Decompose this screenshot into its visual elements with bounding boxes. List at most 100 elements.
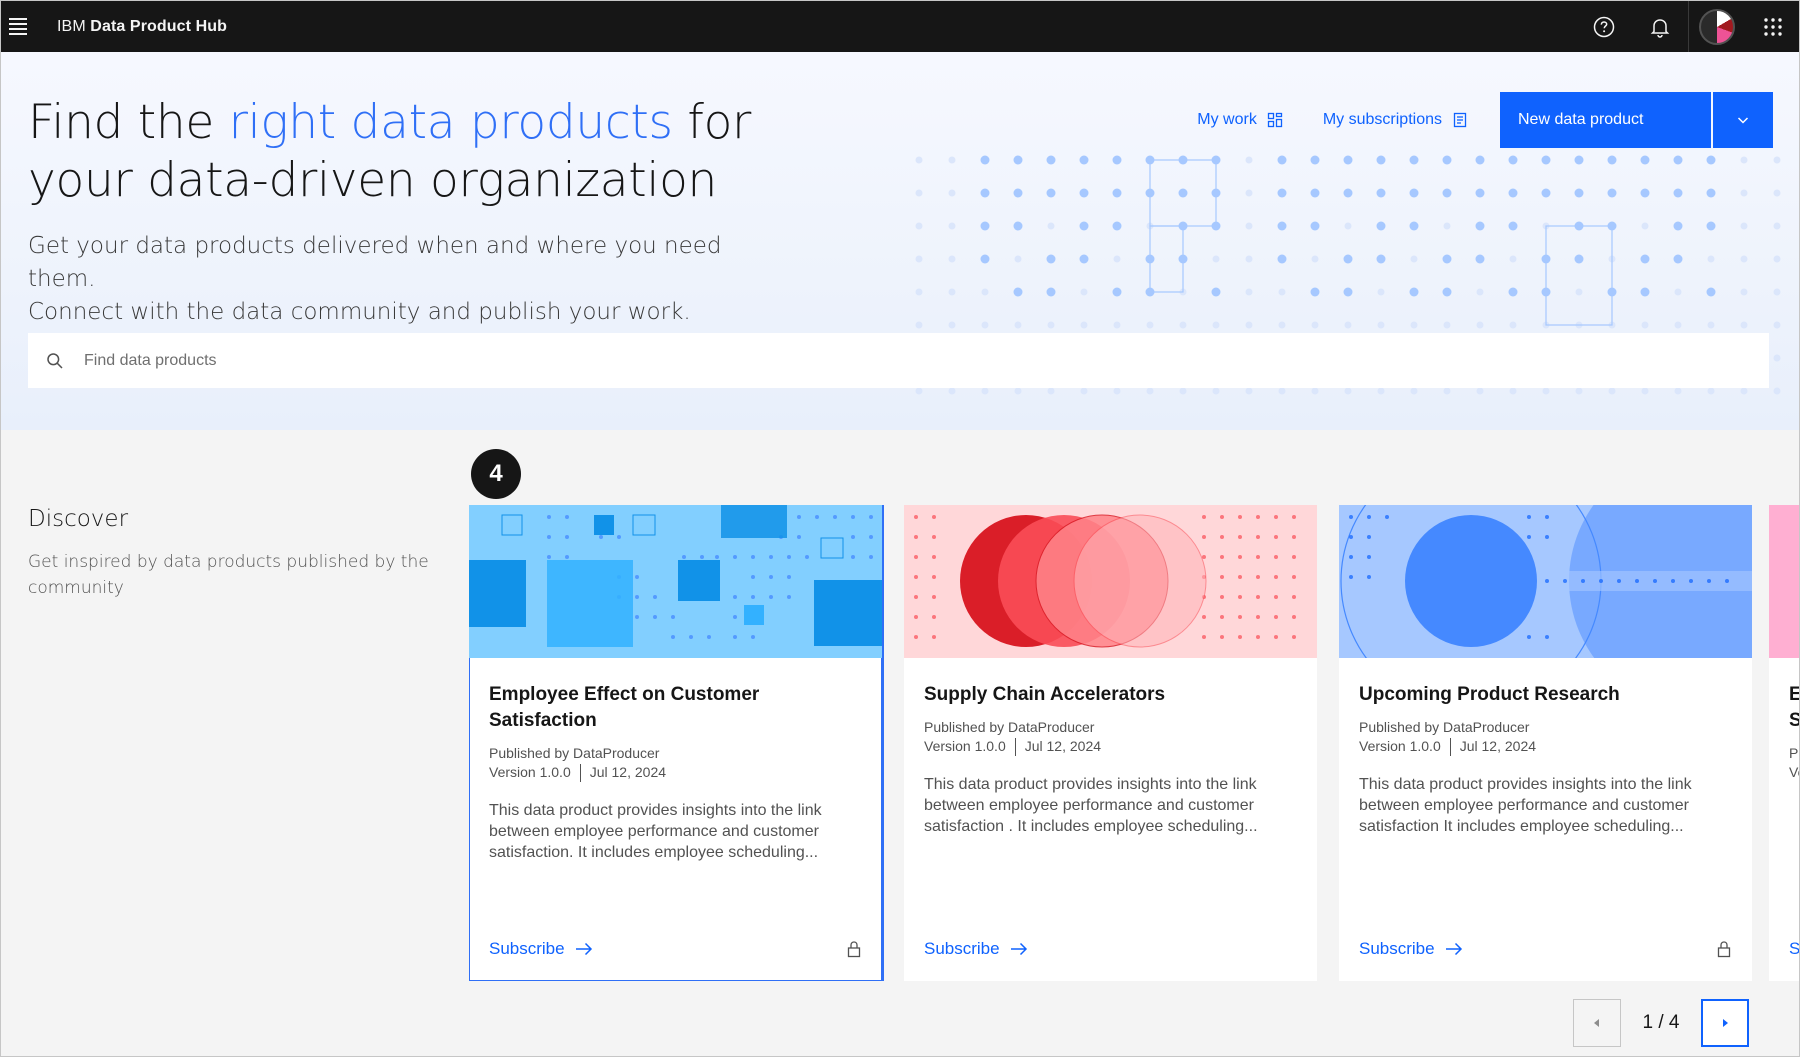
decor-dot bbox=[1608, 387, 1616, 395]
decor-dot bbox=[1212, 387, 1220, 395]
decor-dot bbox=[1475, 188, 1485, 198]
card-version-line: Version 1.0.0 Jul 12, 2024 bbox=[1359, 737, 1732, 756]
decor-dot bbox=[1640, 188, 1650, 198]
decor-dot bbox=[1047, 387, 1055, 395]
decor-dot bbox=[1376, 155, 1386, 165]
my-work-button[interactable]: My work bbox=[1177, 92, 1303, 148]
subscribe-label: Subscribe bbox=[489, 939, 565, 958]
subtitle-line: Connect with the data community and publ… bbox=[28, 299, 691, 325]
menu-icon[interactable] bbox=[1, 1, 35, 52]
decor-dot bbox=[1443, 222, 1451, 230]
card-description: This data product provides insights into… bbox=[1359, 776, 1692, 835]
decor-dot bbox=[1707, 321, 1715, 329]
page-subtitle: Get your data products delivered when an… bbox=[28, 230, 788, 329]
decor-dot bbox=[1475, 221, 1485, 231]
next-page-button[interactable] bbox=[1701, 999, 1749, 1047]
lock-icon bbox=[1717, 941, 1731, 958]
decor-dot bbox=[1707, 255, 1715, 263]
decor-dot bbox=[1674, 288, 1682, 296]
decor-dot bbox=[1245, 288, 1253, 296]
decor-dot bbox=[1013, 155, 1023, 165]
app-window: IBM Data Product Hub Find the right data… bbox=[0, 0, 1800, 1057]
decor-dot bbox=[1112, 155, 1122, 165]
notification-icon[interactable] bbox=[1632, 1, 1688, 52]
decor-dot bbox=[1344, 222, 1352, 230]
card-illustration bbox=[1769, 505, 1799, 658]
decor-dot bbox=[1079, 155, 1089, 165]
decor-dot bbox=[1773, 222, 1781, 230]
user-avatar-button[interactable] bbox=[1689, 1, 1745, 52]
product-card[interactable]: Supply Chain Accelerators Published by D… bbox=[904, 505, 1317, 981]
decor-dot bbox=[1047, 222, 1055, 230]
decor-dot bbox=[1773, 387, 1781, 395]
decor-dot bbox=[1112, 188, 1122, 198]
new-data-product-menu-button[interactable] bbox=[1713, 92, 1773, 148]
brand-name: Data Product Hub bbox=[90, 17, 228, 35]
product-name[interactable]: IBM Data Product Hub bbox=[57, 18, 227, 36]
decor-dot bbox=[1640, 287, 1650, 297]
decor-dot bbox=[1773, 354, 1781, 362]
decor-dot bbox=[1740, 321, 1748, 329]
chevron-down-icon bbox=[1737, 117, 1749, 124]
card-publisher: Pu bbox=[1789, 745, 1799, 761]
arrow-right-icon bbox=[1010, 942, 1027, 956]
decor-dot bbox=[1245, 255, 1253, 263]
arrow-right-icon bbox=[1445, 942, 1462, 956]
new-data-product-button[interactable]: New data product bbox=[1500, 92, 1711, 148]
decor-dot bbox=[1376, 188, 1386, 198]
decor-dot bbox=[948, 189, 956, 197]
card-publisher: Published by DataProducer bbox=[924, 719, 1095, 735]
carousel-pagination: 1 / 4 bbox=[1573, 999, 1749, 1047]
previous-page-button[interactable] bbox=[1573, 999, 1621, 1047]
card-publisher: Published by DataProducer bbox=[1359, 719, 1530, 735]
card-title: Upcoming Product Research bbox=[1359, 684, 1620, 705]
page-indicator: 1 / 4 bbox=[1642, 1012, 1680, 1033]
decor-dot bbox=[1377, 387, 1385, 395]
subscribe-link[interactable]: Subscribe bbox=[924, 939, 1028, 959]
product-card[interactable]: Upcoming Product Research Published by D… bbox=[1339, 505, 1752, 981]
decor-dot bbox=[1343, 155, 1353, 165]
product-card[interactable]: Em Sa Pu Ve Su bbox=[1769, 505, 1799, 981]
decor-dot bbox=[1442, 188, 1452, 198]
card-title: Supply Chain Accelerators bbox=[924, 684, 1166, 705]
decor-dot bbox=[1508, 188, 1518, 198]
decor-dot bbox=[1706, 155, 1716, 165]
decor-dot bbox=[1377, 321, 1385, 329]
decor-dot bbox=[1211, 287, 1221, 297]
caret-left-icon bbox=[1594, 1019, 1599, 1027]
decor-dot bbox=[1245, 156, 1253, 164]
decor-dot bbox=[1212, 321, 1220, 329]
decor-dot bbox=[1311, 321, 1319, 329]
decor-dot bbox=[1740, 387, 1748, 395]
decor-dot bbox=[1773, 156, 1781, 164]
my-subscriptions-button[interactable]: My subscriptions bbox=[1303, 92, 1488, 148]
help-icon[interactable] bbox=[1576, 1, 1632, 52]
decor-dot bbox=[1046, 254, 1056, 264]
decor-dot bbox=[1674, 321, 1682, 329]
decor-dot bbox=[1476, 288, 1484, 296]
brand-prefix: IBM bbox=[57, 17, 86, 35]
decor-dot bbox=[1377, 288, 1385, 296]
search-input[interactable] bbox=[82, 333, 1682, 388]
card-version: Version 1.0.0 bbox=[1359, 738, 1441, 754]
lock-icon bbox=[847, 941, 861, 958]
decor-dot bbox=[1013, 287, 1023, 297]
decor-dot bbox=[1113, 255, 1121, 263]
decor-dot bbox=[1410, 255, 1418, 263]
card-date: Jul 12, 2024 bbox=[1024, 738, 1102, 754]
decor-dot bbox=[1277, 221, 1287, 231]
subscribe-link[interactable]: Su bbox=[1789, 939, 1799, 959]
decor-dot bbox=[915, 387, 923, 395]
product-card[interactable]: Employee Effect on Customer Satisfaction… bbox=[469, 505, 884, 981]
subscription-icon bbox=[1453, 112, 1467, 128]
decor-dot bbox=[1212, 255, 1220, 263]
decor-dot bbox=[1013, 188, 1023, 198]
discover-heading: Discover bbox=[28, 506, 129, 532]
subscribe-link[interactable]: Subscribe bbox=[1359, 939, 1463, 959]
decor-dot bbox=[1443, 321, 1451, 329]
decor-dot bbox=[915, 156, 923, 164]
new-data-product-label: New data product bbox=[1518, 111, 1644, 128]
decor-dot bbox=[1607, 155, 1617, 165]
app-switcher-icon[interactable] bbox=[1745, 1, 1799, 52]
subscribe-link[interactable]: Subscribe bbox=[489, 939, 593, 959]
